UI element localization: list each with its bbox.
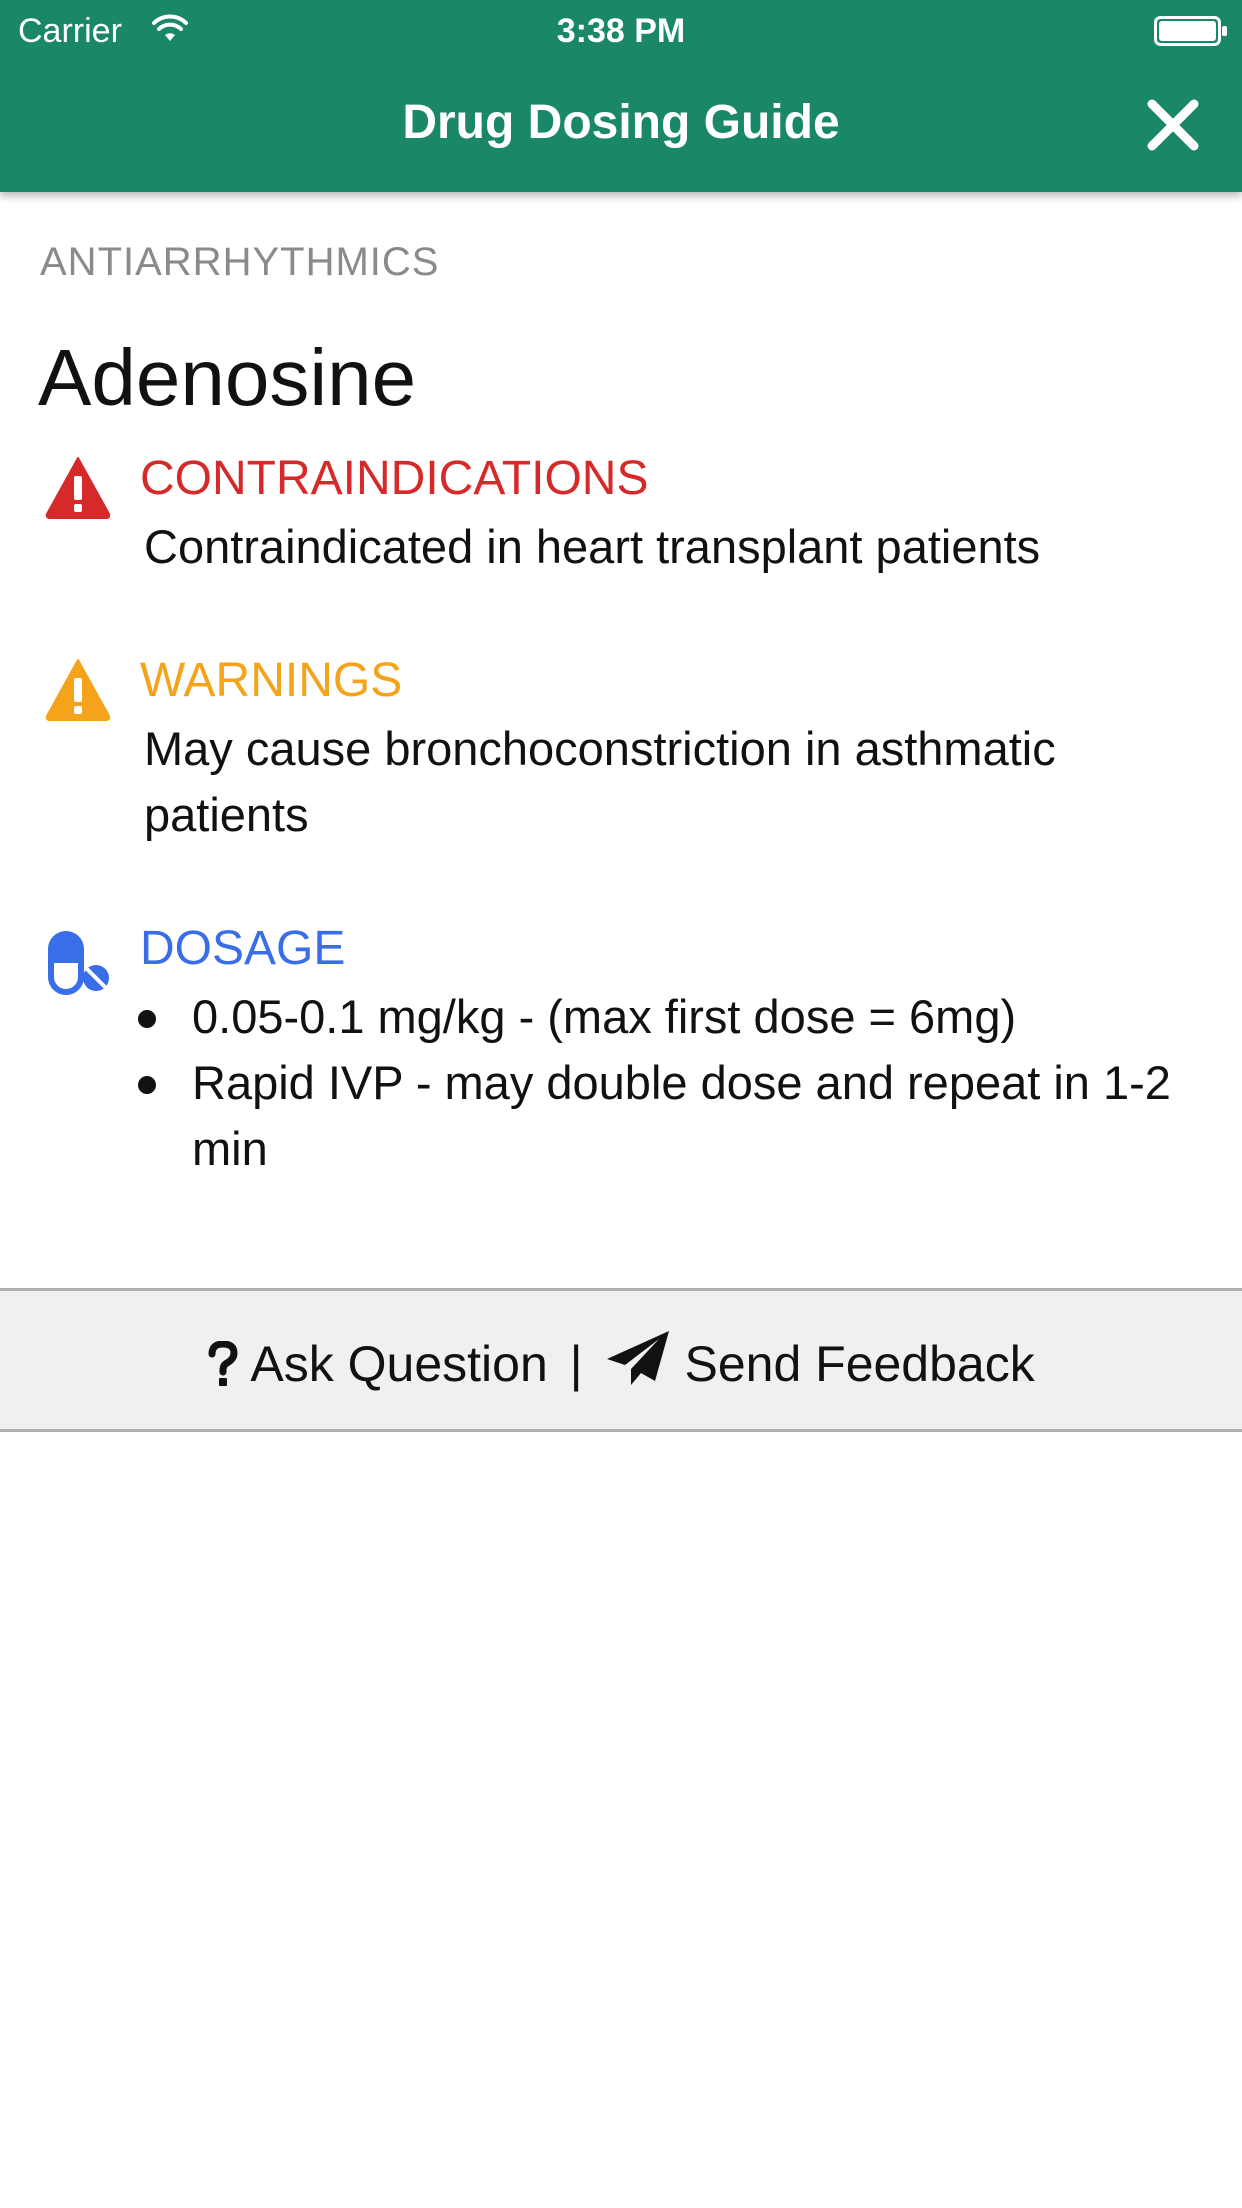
dosage-item-text: Rapid IVP - may double dose and repeat i… xyxy=(192,1056,1171,1175)
ask-question-label: Ask Question xyxy=(250,1336,548,1392)
contraindications-title: CONTRAINDICATIONS xyxy=(140,452,649,505)
battery-icon xyxy=(1154,16,1227,46)
list-item: Rapid IVP - may double dose and repeat i… xyxy=(132,1050,1212,1182)
warning-triangle-icon xyxy=(45,659,111,721)
alert-triangle-icon xyxy=(45,457,111,519)
dosage-title: DOSAGE xyxy=(140,922,346,975)
footer-action-bar: Ask Question | Send Feedback xyxy=(0,1288,1242,1432)
drug-name: Adenosine xyxy=(38,333,417,422)
dosage-list: 0.05-0.1 mg/kg - (max first dose = 6mg) … xyxy=(132,984,1212,1182)
bullet-icon xyxy=(138,1010,156,1028)
warnings-title: WARNINGS xyxy=(140,654,403,707)
question-mark-icon xyxy=(208,1340,238,1386)
app-header: Carrier 3:38 PM Drug Dosing Guide xyxy=(0,0,1242,192)
warnings-text: May cause bronchoconstriction in asthmat… xyxy=(144,722,1056,841)
dosage-item-text: 0.05-0.1 mg/kg - (max first dose = 6mg) xyxy=(192,990,1017,1043)
status-time: 3:38 PM xyxy=(556,12,686,50)
nav-bar: Drug Dosing Guide xyxy=(0,62,1242,192)
footer-separator: | xyxy=(569,1336,583,1392)
close-icon[interactable] xyxy=(1144,96,1202,154)
ask-question-button[interactable]: Ask Question xyxy=(207,1333,548,1395)
contraindications-text: Contraindicated in heart transplant pati… xyxy=(144,520,1041,573)
bullet-icon xyxy=(138,1076,156,1094)
page-title: Drug Dosing Guide xyxy=(402,96,840,149)
send-feedback-label: Send Feedback xyxy=(684,1336,1035,1392)
pills-icon xyxy=(48,931,109,995)
paper-plane-icon xyxy=(606,1331,669,1385)
list-item: 0.05-0.1 mg/kg - (max first dose = 6mg) xyxy=(132,984,1212,1050)
send-feedback-button[interactable]: Send Feedback xyxy=(605,1329,1035,1395)
status-bar: Carrier 3:38 PM xyxy=(0,0,1242,62)
drug-category: ANTIARRHYTHMICS xyxy=(40,240,440,284)
footer-actions: Ask Question | Send Feedback xyxy=(0,1329,1242,1395)
